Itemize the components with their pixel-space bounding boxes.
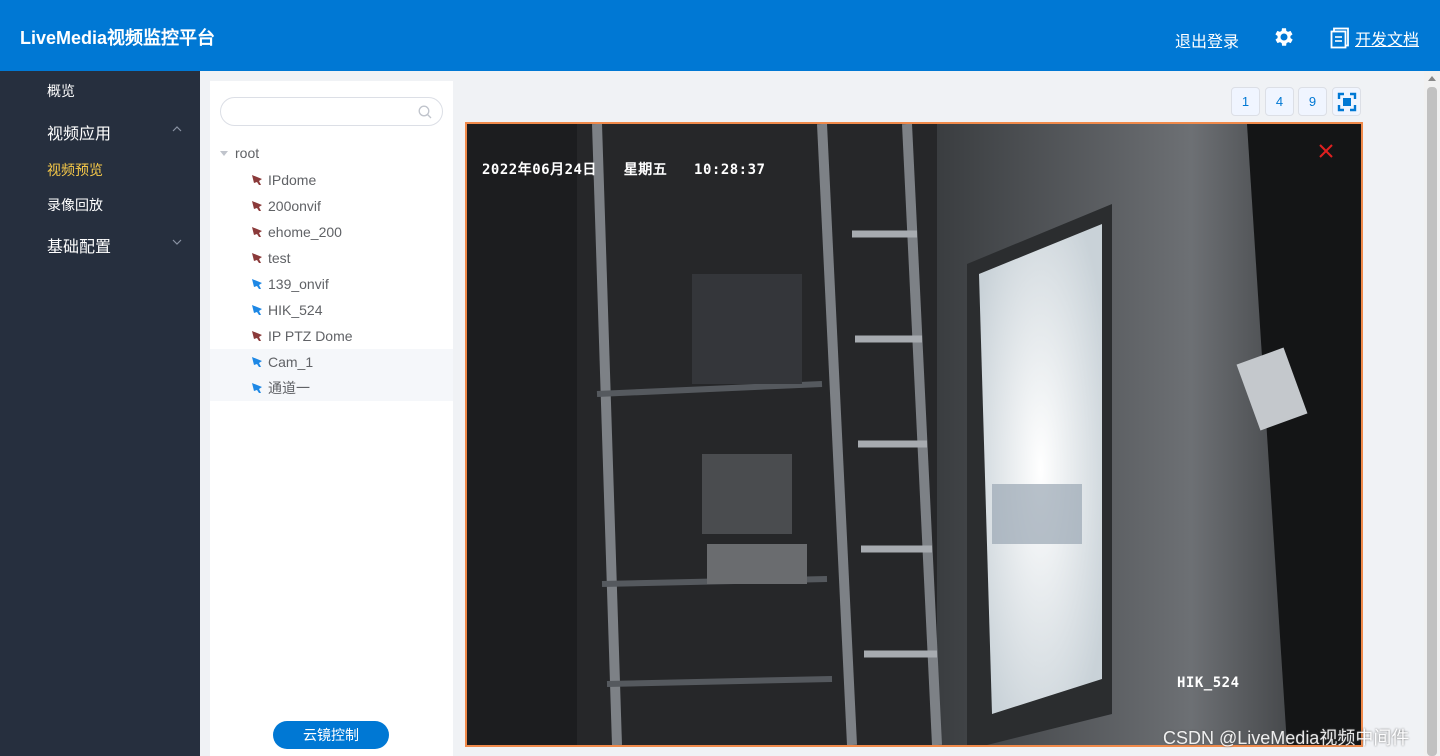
tree-node-label: test (268, 250, 291, 266)
camera-icon (252, 201, 262, 211)
layout-4-button[interactable]: 4 (1265, 87, 1294, 116)
sidebar: 概览 视频应用 视频预览 录像回放 基础配置 (0, 71, 200, 756)
menu-base-config-label: 基础配置 (47, 239, 112, 256)
tree-node-label: 通道一 (268, 380, 310, 396)
tree-node-label: IP PTZ Dome (268, 328, 353, 344)
tree-node-camera[interactable]: 139_onvif (210, 271, 453, 297)
tree-node-camera[interactable]: Cam_1 (210, 349, 453, 375)
osd-timestamp: 2022年06月24日 星期五 10:28:37 (482, 159, 765, 179)
gear-icon[interactable] (1272, 25, 1296, 49)
chevron-up-icon (172, 126, 182, 132)
menu-video-app-label: 视频应用 (47, 126, 112, 143)
video-frame (467, 124, 1361, 745)
tree-node-camera[interactable]: ehome_200 (210, 219, 453, 245)
tree-node-camera[interactable]: HIK_524 (210, 297, 453, 323)
camera-icon (252, 305, 262, 315)
scrollbar-thumb[interactable] (1427, 87, 1437, 756)
video-player[interactable]: 2022年06月24日 星期五 10:28:37 HIK_524 (465, 122, 1363, 747)
scroll-up-arrow-icon[interactable] (1428, 76, 1436, 81)
camera-icon (252, 175, 262, 185)
tree-search-input[interactable] (220, 97, 443, 126)
caret-down-icon[interactable] (220, 150, 228, 156)
osd-time: 10:28:37 (694, 162, 766, 178)
layout-1-button[interactable]: 1 (1231, 87, 1260, 116)
brand-title: LiveMedia视频监控平台 (20, 28, 216, 48)
tree-node-camera[interactable]: IP PTZ Dome (210, 323, 453, 349)
tree-node-label: 200onvif (268, 198, 321, 214)
device-tree-panel: root IPdome 200onvif ehome_200test 139_onvi… (210, 81, 453, 756)
tree-root-label: root (235, 145, 260, 161)
search-icon[interactable] (418, 105, 432, 119)
layout-9-button[interactable]: 9 (1298, 87, 1327, 116)
close-icon[interactable] (1319, 144, 1333, 158)
osd-weekday: 星期五 (623, 162, 668, 178)
fullscreen-icon (1337, 92, 1356, 112)
menu-video-app[interactable]: 视频应用 (47, 120, 182, 144)
document-icon (1330, 27, 1349, 49)
camera-icon (252, 279, 262, 289)
top-header: LiveMedia视频监控平台 退出登录 开发文档 (0, 0, 1440, 71)
page-scrollbar[interactable] (1424, 71, 1440, 756)
docs-label: 开发文档 (1355, 32, 1420, 49)
osd-date: 2022年06月24日 (482, 162, 597, 178)
camera-icon (252, 331, 262, 341)
menu-video-preview[interactable]: 视频预览 (47, 160, 103, 180)
tree-node-label: Cam_1 (268, 354, 314, 370)
camera-icon (252, 253, 262, 263)
camera-icon (252, 227, 262, 237)
camera-icon (252, 383, 262, 393)
tree-node-label: 139_onvif (268, 276, 329, 292)
ptz-control-button[interactable]: 云镜控制 (273, 721, 389, 749)
camera-icon (252, 357, 262, 367)
tree-node-label: IPdome (268, 172, 317, 188)
chevron-down-icon (172, 239, 182, 245)
tree-node-camera[interactable]: 通道一 (210, 375, 453, 401)
tree-node-camera[interactable]: test (210, 245, 453, 271)
menu-overview[interactable]: 概览 (47, 81, 75, 101)
tree-root[interactable]: root (220, 145, 259, 161)
docs-link[interactable]: 开发文档 (1330, 26, 1419, 50)
menu-playback[interactable]: 录像回放 (47, 195, 103, 215)
osd-channel-name: HIK_524 (1177, 675, 1240, 691)
watermark: CSDN @LiveMedia视频中间件 (1163, 728, 1410, 748)
logout-link[interactable]: 退出登录 (1175, 28, 1239, 52)
tree-node-camera[interactable]: 200onvif (210, 193, 453, 219)
tree-node-label: ehome_200 (268, 224, 342, 240)
menu-base-config[interactable]: 基础配置 (47, 233, 182, 257)
fullscreen-button[interactable] (1332, 87, 1361, 116)
tree-node-camera[interactable]: IPdome (210, 167, 453, 193)
tree-node-label: HIK_524 (268, 302, 323, 318)
